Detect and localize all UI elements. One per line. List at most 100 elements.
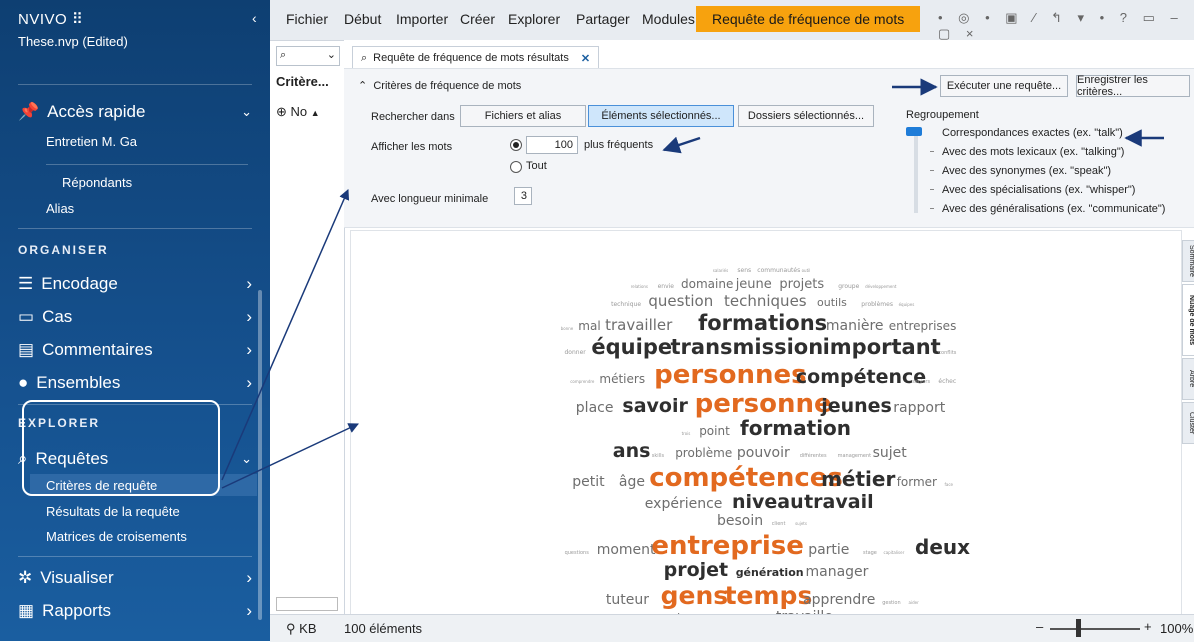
- tab-summary[interactable]: Sommaire: [1182, 240, 1194, 282]
- list-item[interactable]: ⊕ No ▲: [276, 104, 320, 120]
- cloud-word[interactable]: aider: [909, 600, 920, 605]
- zoom-in-icon[interactable]: +: [1144, 619, 1152, 634]
- selected-items-button[interactable]: Éléments sélectionnés...: [588, 105, 734, 127]
- grouping-option-stemmed[interactable]: Avec des mots lexicaux (ex. "talking"): [942, 146, 1124, 158]
- tab-cluster[interactable]: Cluster: [1182, 402, 1194, 444]
- cloud-word[interactable]: technique: [611, 301, 641, 308]
- chevron-up-icon[interactable]: ⌃: [358, 80, 367, 92]
- grouping-slider-handle[interactable]: [906, 127, 922, 136]
- cloud-word[interactable]: communautés: [757, 267, 800, 274]
- cloud-word[interactable]: génération: [736, 566, 804, 579]
- grouping-option-exact[interactable]: Correspondances exactes (ex. "talk"): [942, 127, 1123, 139]
- cloud-word[interactable]: point: [699, 424, 730, 438]
- cloud-word[interactable]: formation: [740, 416, 851, 440]
- cloud-word[interactable]: transmission: [671, 335, 824, 359]
- cloud-word[interactable]: outil: [802, 268, 811, 273]
- cloud-word[interactable]: envie: [658, 283, 675, 290]
- cloud-word[interactable]: skills: [652, 453, 665, 459]
- chevron-down-icon[interactable]: ⌄: [327, 48, 336, 61]
- cloud-word[interactable]: sens: [737, 267, 751, 274]
- cloud-word[interactable]: pouvoir: [737, 445, 790, 461]
- cloud-word[interactable]: savoir: [622, 395, 688, 417]
- grouping-option-generalizations[interactable]: Avec des généralisations (ex. "communica…: [942, 203, 1165, 215]
- cloud-word[interactable]: conflits: [938, 350, 956, 356]
- top-n-field[interactable]: 100: [526, 136, 578, 154]
- cloud-word[interactable]: comprendre: [570, 379, 595, 384]
- cloud-word[interactable]: ans: [613, 440, 651, 462]
- selected-folders-button[interactable]: Dossiers sélectionnés...: [738, 105, 874, 127]
- menu-explorer[interactable]: Explorer: [508, 11, 560, 27]
- cloud-word[interactable]: niveau: [732, 491, 804, 513]
- cloud-word[interactable]: gestion: [882, 600, 900, 606]
- cloud-word[interactable]: projets: [779, 277, 824, 292]
- grouping-option-specializations[interactable]: Avec des spécialisations (ex. "whisper"): [942, 184, 1135, 196]
- cloud-word[interactable]: seniors: [912, 379, 930, 385]
- cloud-word[interactable]: rapport: [893, 400, 945, 416]
- sidebar-item-matrices[interactable]: Matrices de croisements: [46, 529, 252, 544]
- cloud-word[interactable]: entreprises: [889, 319, 957, 333]
- cloud-word[interactable]: groupe: [838, 283, 859, 290]
- sidebar-item-rapports[interactable]: ▦ Rapports ›: [18, 601, 252, 621]
- cloud-word[interactable]: place: [576, 400, 614, 416]
- cloud-word[interactable]: manager: [806, 564, 869, 580]
- chevron-down-icon[interactable]: ⌄: [241, 104, 252, 120]
- min-length-field[interactable]: 3: [514, 187, 532, 205]
- cloud-word[interactable]: petit: [572, 474, 605, 490]
- close-icon[interactable]: ✕: [581, 52, 590, 65]
- list-column-header[interactable]: Critère...: [276, 74, 329, 89]
- cloud-word[interactable]: relations: [631, 284, 648, 289]
- cloud-word[interactable]: personnes: [654, 360, 807, 390]
- cloud-word[interactable]: équipes: [899, 302, 915, 307]
- top-n-radio[interactable]: [510, 139, 522, 151]
- menu-fichier[interactable]: Fichier: [286, 11, 328, 27]
- menu-partager[interactable]: Partager: [576, 11, 630, 27]
- cloud-word[interactable]: âge: [619, 474, 645, 490]
- cloud-word[interactable]: mal: [578, 319, 600, 333]
- cloud-word[interactable]: travail: [804, 491, 874, 513]
- cloud-word[interactable]: former: [897, 475, 937, 489]
- cloud-word[interactable]: stage: [863, 550, 877, 556]
- cloud-word[interactable]: personne: [695, 389, 832, 419]
- menu-importer[interactable]: Importer: [396, 11, 448, 27]
- tab-query-results[interactable]: ⌕ Requête de fréquence de mots résultats…: [352, 46, 600, 69]
- sidebar-item-visualiser[interactable]: ✲ Visualiser ›: [18, 568, 252, 588]
- cloud-word[interactable]: salariés: [713, 268, 728, 273]
- collapse-sidebar-icon[interactable]: ‹: [252, 10, 257, 26]
- cloud-word[interactable]: entreprise: [651, 531, 803, 561]
- tab-tree[interactable]: Arbre: [1182, 358, 1194, 400]
- cloud-word[interactable]: problèmes: [861, 301, 893, 308]
- save-criteria-button[interactable]: Enregistrer les critères...: [1076, 74, 1190, 98]
- cloud-word[interactable]: manière: [826, 318, 884, 334]
- zoom-out-icon[interactable]: –: [1036, 619, 1043, 634]
- cloud-word[interactable]: compétences: [649, 463, 843, 493]
- cloud-word[interactable]: management: [838, 453, 872, 459]
- all-words-radio[interactable]: [510, 161, 522, 173]
- cloud-word[interactable]: bonne: [561, 326, 574, 331]
- cloud-word[interactable]: métiers: [599, 372, 645, 386]
- menu-creer[interactable]: Créer: [460, 11, 495, 27]
- cloud-word[interactable]: techniques: [724, 292, 807, 310]
- cloud-word[interactable]: gens: [661, 581, 729, 610]
- sidebar-item-repondants[interactable]: Répondants: [62, 175, 252, 190]
- cloud-word[interactable]: donner: [565, 349, 587, 356]
- toolbar-icons[interactable]: • ◎ • ▣ ⁄ ↰ ▾ • ? ▭ – ▢ ×: [938, 10, 1194, 42]
- menu-active-tab[interactable]: Requête de fréquence de mots: [696, 6, 921, 32]
- cloud-word[interactable]: formations: [698, 311, 827, 335]
- cloud-word[interactable]: temps: [725, 581, 813, 610]
- zoom-slider-handle[interactable]: [1076, 619, 1081, 637]
- cloud-word[interactable]: face: [945, 482, 954, 487]
- menu-debut[interactable]: Début: [344, 11, 381, 27]
- list-search-input[interactable]: ⌕ ⌄: [276, 46, 340, 66]
- sidebar-item-entretien[interactable]: Entretien M. Ga: [46, 134, 252, 149]
- tab-word-cloud[interactable]: Nuage de mots: [1182, 284, 1194, 356]
- sidebar-item-encodage[interactable]: ☰ Encodage ›: [18, 274, 252, 294]
- cloud-word[interactable]: client: [772, 521, 786, 527]
- menu-modules[interactable]: Modules: [642, 11, 695, 27]
- cloud-word[interactable]: jeune: [735, 277, 772, 292]
- cloud-word[interactable]: apprendre: [803, 592, 875, 608]
- cloud-word[interactable]: expérience: [645, 496, 723, 512]
- sidebar-item-quick-access[interactable]: 📌 Accès rapide ⌄: [18, 102, 252, 122]
- cloud-word[interactable]: jeunes: [820, 395, 892, 417]
- cloud-word[interactable]: compétence: [796, 366, 926, 388]
- cloud-word[interactable]: sujet: [873, 445, 908, 461]
